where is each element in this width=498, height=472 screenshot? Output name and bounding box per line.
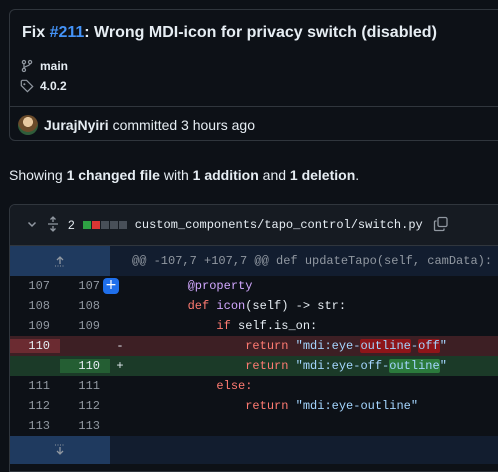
stat-block-3: [100, 221, 109, 229]
summary-prefix: Showing: [9, 167, 67, 183]
commit-title: Fix #211: Wrong MDI-icon for privacy swi…: [22, 24, 437, 42]
commit-header: Fix #211: Wrong MDI-icon for privacy swi…: [9, 9, 498, 141]
diff-stat-blocks: [82, 221, 127, 229]
code-line: return "mdi:eye-outline": [130, 399, 418, 413]
code-line: @property: [130, 279, 253, 293]
diff-line-113[interactable]: 113 113: [10, 416, 498, 436]
change-count: 2: [68, 218, 75, 232]
file-diff: 2 custom_components/tapo_control/switch.…: [9, 204, 498, 472]
summary-additions: 1 addition: [192, 167, 259, 183]
summary-deletions: 1 deletion: [289, 167, 356, 183]
old-line-number[interactable]: 107: [10, 279, 60, 293]
avatar[interactable]: [18, 115, 38, 135]
old-line-number[interactable]: 112: [10, 399, 60, 413]
string-part: -: [410, 339, 419, 353]
old-line-number[interactable]: 108: [10, 299, 60, 313]
code-line: else:: [130, 379, 252, 393]
diff-line-108[interactable]: 108 108 def icon(self) -> str:: [10, 296, 498, 316]
tag-row[interactable]: 4.0.2: [20, 79, 67, 93]
keyword-else: else:: [216, 379, 253, 393]
git-branch-icon: [20, 59, 34, 73]
stat-block-2: [91, 221, 100, 229]
summary-end: .: [355, 167, 360, 183]
diff-summary: Showing 1 changed file with 1 addition a…: [9, 167, 359, 183]
new-line-number[interactable]: 109: [60, 319, 110, 333]
committed-time: committed 3 hours ago: [112, 117, 255, 133]
string-part: ": [439, 339, 447, 353]
diff-line-deleted[interactable]: 110 - return "mdi:eye-outline-off": [10, 336, 498, 356]
commit-title-rest: : Wrong MDI-icon for privacy switch (dis…: [84, 24, 437, 41]
keyword-if: if: [216, 319, 239, 333]
summary-and: and: [258, 167, 290, 183]
new-line-number[interactable]: 113: [60, 419, 110, 433]
old-line-number[interactable]: 111: [10, 379, 60, 393]
summary-with: with: [159, 167, 193, 183]
expand-down-icon[interactable]: [10, 436, 110, 464]
string-part: "mdi:eye-off-: [295, 359, 390, 373]
code-line: return "mdi:eye-outline-off": [130, 339, 447, 353]
expand-up-icon[interactable]: [10, 246, 110, 276]
new-line-number[interactable]: 110: [60, 359, 110, 373]
old-line-number[interactable]: 109: [10, 319, 60, 333]
branch-row[interactable]: main: [20, 59, 68, 73]
string-part: ": [439, 359, 447, 373]
code-text: (self) -> str:: [245, 299, 347, 313]
string-highlight: outline: [389, 359, 440, 373]
diff-line-109[interactable]: 109 109 if self.is_on:: [10, 316, 498, 336]
line-marker: -: [116, 339, 124, 353]
string-literal: "mdi:eye-outline": [295, 399, 419, 413]
summary-changed: 1 changed file: [66, 167, 160, 183]
issue-link[interactable]: #211: [50, 24, 85, 41]
string-part: "mdi:eye-: [295, 339, 361, 353]
new-line-number[interactable]: 108: [60, 299, 110, 313]
chevron-down-icon[interactable]: [26, 218, 38, 233]
hunk-header-row: @@ -107,7 +107,7 @@ def updateTapo(self,…: [10, 246, 498, 276]
file-path[interactable]: custom_components/tapo_control/switch.py: [135, 218, 423, 232]
code-line: return "mdi:eye-off-outline": [130, 359, 447, 373]
tag-icon: [20, 79, 34, 93]
function-name: icon: [216, 299, 246, 313]
tag-name[interactable]: 4.0.2: [40, 79, 67, 93]
code-line: def icon(self) -> str:: [130, 299, 346, 313]
add-comment-icon[interactable]: +: [103, 278, 119, 294]
unfold-icon[interactable]: [46, 215, 60, 235]
stat-block-5: [118, 221, 127, 229]
line-marker: +: [116, 359, 124, 373]
new-line-number[interactable]: 112: [60, 399, 110, 413]
code-line: if self.is_on:: [130, 319, 317, 333]
author-name[interactable]: JurajNyiri: [44, 117, 109, 133]
decorator: @property: [187, 279, 253, 293]
diff-line-added[interactable]: 110 + return "mdi:eye-off-outline": [10, 356, 498, 376]
diff-line-111[interactable]: 111 111 else:: [10, 376, 498, 396]
expand-bottom-row: [10, 436, 498, 464]
hunk-header: @@ -107,7 +107,7 @@ def updateTapo(self,…: [132, 254, 493, 268]
keyword-def: def: [187, 299, 217, 313]
file-header: 2 custom_components/tapo_control/switch.…: [10, 205, 498, 246]
author-row: JurajNyiri committed 3 hours ago: [10, 106, 498, 143]
stat-block-1: [82, 221, 91, 229]
diff-line-107[interactable]: 107 107 + @property: [10, 276, 498, 296]
old-line-number[interactable]: 113: [10, 419, 60, 433]
stat-block-4: [109, 221, 118, 229]
string-highlight: off: [418, 339, 440, 353]
code-text: self.is_on:: [238, 319, 318, 333]
keyword-return: return: [245, 399, 296, 413]
string-highlight: outline: [360, 339, 411, 353]
keyword-return: return: [245, 359, 296, 373]
new-line-number[interactable]: 111: [60, 379, 110, 393]
diff-line-112[interactable]: 112 112 return "mdi:eye-outline": [10, 396, 498, 416]
keyword-return: return: [245, 339, 296, 353]
commit-title-prefix: Fix: [22, 24, 50, 41]
branch-name[interactable]: main: [40, 59, 68, 73]
copy-icon[interactable]: [433, 216, 449, 235]
old-line-number[interactable]: 110: [10, 339, 60, 353]
